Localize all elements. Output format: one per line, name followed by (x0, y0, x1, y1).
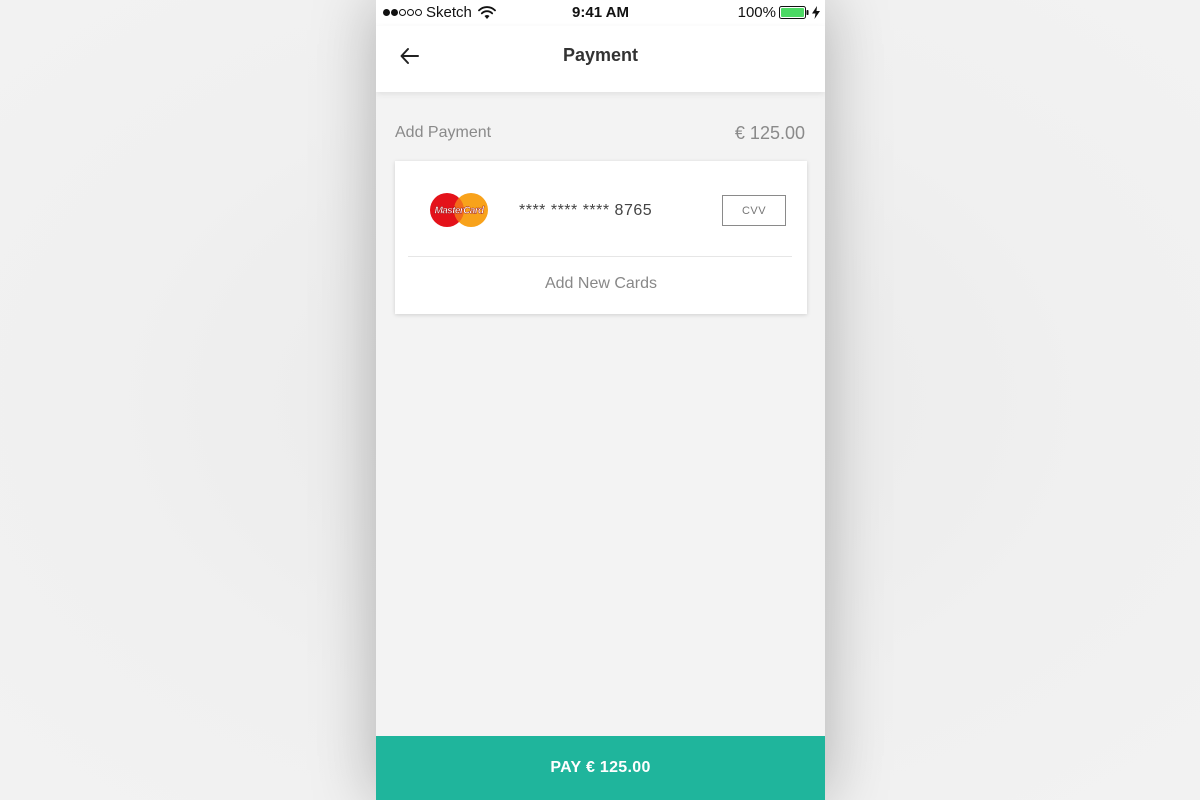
saved-cards-panel: MasterCard **** **** **** 8765 Add New C… (395, 161, 807, 314)
pay-button[interactable]: PAY € 125.00 (376, 736, 825, 800)
battery-percentage: 100% (737, 4, 776, 21)
card-row[interactable]: MasterCard **** **** **** 8765 (395, 161, 807, 256)
navigation-bar: Payment (376, 26, 825, 92)
status-bar: Sketch 9:41 AM 100% (376, 0, 825, 26)
battery-icon (779, 6, 809, 19)
status-right: 100% (738, 4, 820, 21)
card-number: **** **** **** 8765 (519, 202, 653, 219)
phone-screen: Sketch 9:41 AM 100% Payment Add Payment … (376, 0, 825, 800)
payment-amount: € 125.00 (734, 123, 805, 143)
page-title: Payment (562, 45, 639, 65)
mastercard-logo-icon: MasterCard (430, 193, 488, 227)
section-label: Add Payment (395, 124, 492, 141)
payment-section-header: Add Payment € 125.00 (395, 123, 805, 145)
mastercard-wordmark: MasterCard (434, 206, 485, 217)
cvv-input[interactable] (722, 195, 786, 226)
add-new-cards-button[interactable]: Add New Cards (395, 275, 807, 293)
charging-bolt-icon (812, 6, 820, 19)
divider (408, 256, 792, 257)
background: Sketch 9:41 AM 100% Payment Add Payment … (0, 0, 1200, 800)
